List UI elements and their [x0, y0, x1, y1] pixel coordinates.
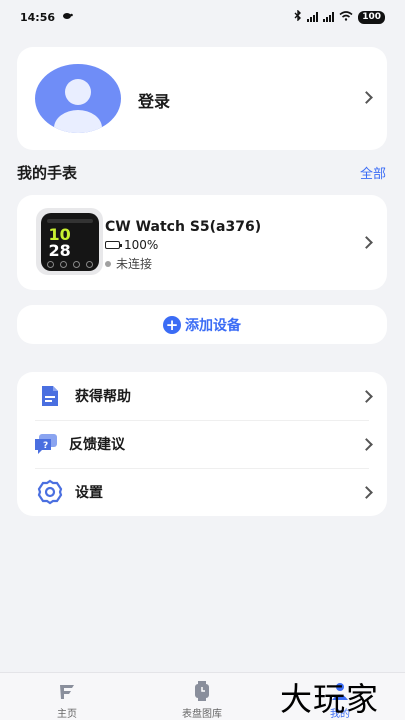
tab-home[interactable]: 主页	[22, 673, 112, 720]
add-device-button[interactable]: + 添加设备	[17, 305, 387, 344]
avatar	[35, 64, 121, 133]
device-connection-label: 未连接	[116, 257, 153, 271]
turtle-icon	[61, 11, 73, 24]
wifi-icon	[339, 10, 353, 24]
chevron-right-icon	[360, 390, 373, 403]
login-label[interactable]: 登录	[138, 88, 170, 112]
section-title: 我的手表	[17, 164, 78, 182]
signal-icon	[307, 12, 319, 22]
watch-face-preview: 10 28	[40, 212, 99, 271]
menu-item-settings[interactable]: 设置	[17, 468, 387, 516]
menu-item-label: 反馈建议	[69, 437, 125, 453]
menu-item-label: 获得帮助	[75, 389, 131, 405]
device-name: CW Watch S5(a376)	[105, 219, 262, 235]
document-icon	[37, 383, 63, 409]
plus-icon: +	[163, 315, 181, 334]
watch-icon	[191, 680, 213, 702]
tab-label: 主页	[57, 709, 77, 720]
watermark-text: 大玩家	[280, 680, 380, 718]
chevron-right-icon	[360, 236, 373, 249]
signal-icon-2	[323, 12, 335, 22]
chevron-right-icon	[360, 91, 373, 104]
device-battery-value: 100%	[124, 238, 159, 252]
menu-card: 获得帮助 ? 反馈建议 设置	[17, 372, 387, 516]
battery-indicator: 100	[358, 10, 385, 24]
status-time: 14:56	[20, 10, 56, 24]
gear-icon	[37, 479, 63, 505]
feedback-icon: ?	[33, 431, 59, 457]
svg-text:?: ?	[43, 441, 48, 451]
tab-label: 表盘图库	[182, 709, 222, 720]
view-all-link[interactable]: 全部	[360, 163, 386, 182]
chevron-right-icon	[360, 486, 373, 499]
add-device-label: 添加设备	[185, 317, 241, 334]
watch-thumbnail: 10 28	[36, 208, 103, 275]
bluetooth-icon	[294, 9, 302, 24]
chevron-right-icon	[360, 438, 373, 451]
status-bar: 14:56 100	[0, 0, 405, 34]
menu-item-feedback[interactable]: ? 反馈建议	[17, 420, 387, 468]
watch-face-minute: 28	[48, 240, 71, 260]
menu-item-help[interactable]: 获得帮助	[17, 372, 387, 420]
device-connection: 未连接	[105, 255, 152, 272]
login-card[interactable]	[17, 47, 387, 150]
watch-device-card[interactable]: 10 28	[17, 195, 387, 290]
home-icon	[56, 680, 78, 702]
tab-watch-gallery[interactable]: 表盘图库	[157, 673, 247, 720]
battery-icon	[105, 241, 122, 249]
device-battery: 100%	[105, 238, 158, 252]
status-dot	[105, 260, 111, 267]
menu-item-label: 设置	[75, 485, 103, 501]
